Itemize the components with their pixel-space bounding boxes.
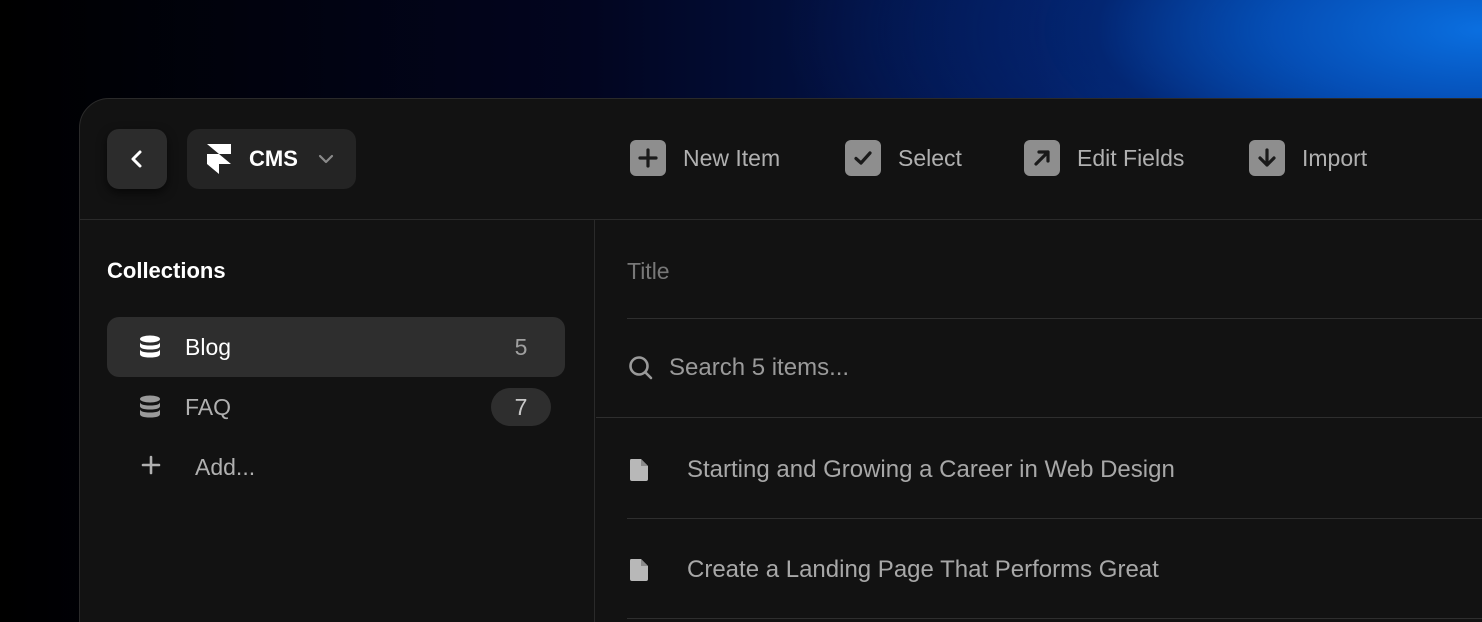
divider <box>627 318 1482 319</box>
chevron-down-icon <box>318 153 334 165</box>
framer-logo-icon <box>207 144 231 174</box>
collections-heading: Collections <box>107 258 226 283</box>
arrow-down-square-icon <box>1249 140 1285 176</box>
select-button[interactable]: Select <box>845 139 962 177</box>
back-button[interactable] <box>107 129 167 189</box>
document-icon <box>627 557 651 583</box>
chevron-left-icon <box>131 150 142 168</box>
row-title: Create a Landing Page That Performs Grea… <box>687 556 1159 583</box>
title-column-header[interactable]: Title <box>627 258 670 285</box>
item-count-badge: 5 <box>514 333 528 360</box>
sidebar-item-faq[interactable]: FAQ 7 <box>107 377 565 437</box>
table-row[interactable]: Starting and Growing a Career in Web Des… <box>627 456 1175 484</box>
sidebar-item-blog[interactable]: Blog 5 <box>107 317 565 377</box>
edit-fields-label: Edit Fields <box>1077 144 1185 171</box>
import-button[interactable]: Import <box>1249 139 1367 177</box>
cms-window: CMS New Item Select Edit Fields Import C… <box>79 98 1482 622</box>
sidebar-item-label: FAQ <box>185 393 232 420</box>
row-title: Starting and Growing a Career in Web Des… <box>687 456 1175 483</box>
divider <box>596 417 1482 418</box>
search-placeholder: Search 5 items... <box>669 354 850 381</box>
search-icon <box>627 354 655 382</box>
search-field[interactable]: Search 5 items... <box>627 354 849 382</box>
sidebar-item-label: Blog <box>185 333 232 360</box>
import-label: Import <box>1302 144 1368 171</box>
top-toolbar: CMS New Item Select Edit Fields Import <box>80 99 1482 220</box>
divider <box>627 518 1482 519</box>
check-square-icon <box>845 140 881 176</box>
database-icon <box>137 394 163 420</box>
plus-square-icon <box>630 140 666 176</box>
item-count-badge: 7 <box>491 388 551 426</box>
edit-fields-button[interactable]: Edit Fields <box>1024 139 1184 177</box>
add-collection-label: Add... <box>195 453 256 480</box>
collections-sidebar: Collections Blog 5 FAQ 7 Add... <box>80 220 595 622</box>
arrow-up-right-square-icon <box>1024 140 1060 176</box>
plus-icon <box>140 454 166 480</box>
select-label: Select <box>898 144 962 171</box>
new-item-label: New Item <box>683 144 781 171</box>
app-name: CMS <box>249 146 298 171</box>
new-item-button[interactable]: New Item <box>630 139 780 177</box>
add-collection-button[interactable]: Add... <box>107 437 565 497</box>
app-switcher-button[interactable]: CMS <box>187 129 356 189</box>
divider <box>627 618 1482 619</box>
document-icon <box>627 457 651 483</box>
items-panel: Title Search 5 items... Starting and Gro… <box>596 220 1482 622</box>
database-icon <box>137 334 163 360</box>
table-row[interactable]: Create a Landing Page That Performs Grea… <box>627 556 1159 584</box>
